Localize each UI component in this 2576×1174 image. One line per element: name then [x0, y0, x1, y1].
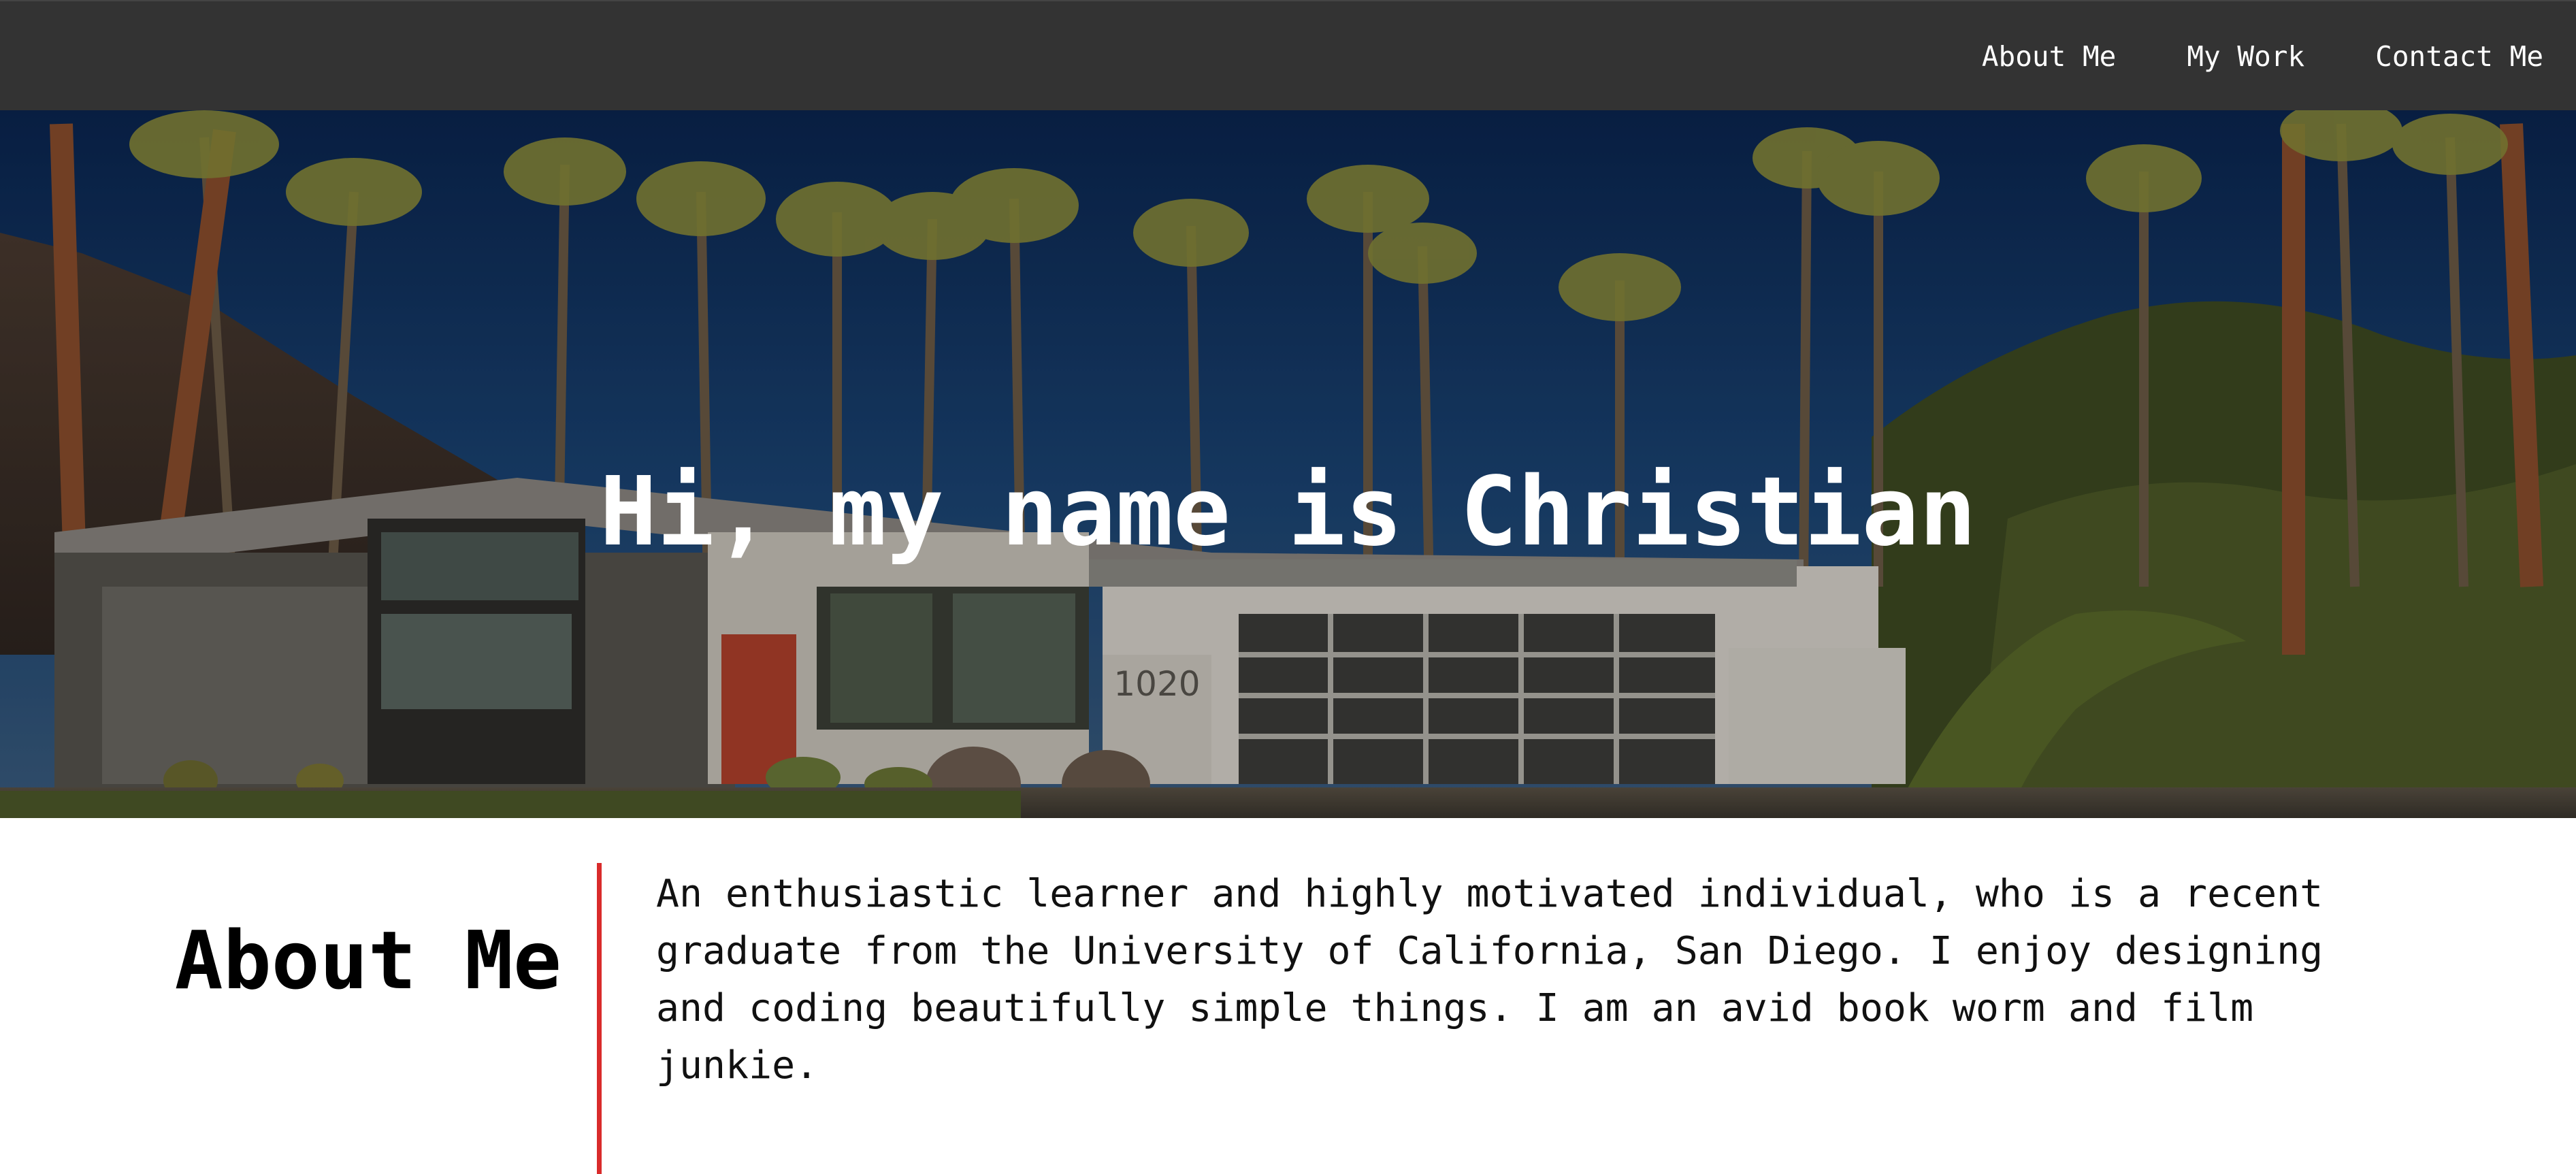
page: About Me My Work Contact Me 1020 Hi, my … [0, 0, 2576, 1174]
top-navbar: About Me My Work Contact Me [0, 0, 2576, 110]
about-body-text: An enthusiastic learner and highly motiv… [656, 872, 2324, 1088]
about-section: About Me An enthusiastic learner and hig… [0, 818, 2576, 1174]
accent-divider [597, 863, 602, 1174]
nav-link-my-work[interactable]: My Work [2187, 40, 2304, 73]
hero-title: Hi, my name is Christian [600, 456, 1976, 568]
nav-link-contact-me[interactable]: Contact Me [2375, 40, 2543, 73]
nav-links: About Me My Work Contact Me [1982, 1, 2543, 112]
hero-banner: 1020 Hi, my name is Christian [0, 110, 2576, 818]
nav-link-about-me[interactable]: About Me [1982, 40, 2116, 73]
about-heading: About Me [174, 913, 561, 1007]
